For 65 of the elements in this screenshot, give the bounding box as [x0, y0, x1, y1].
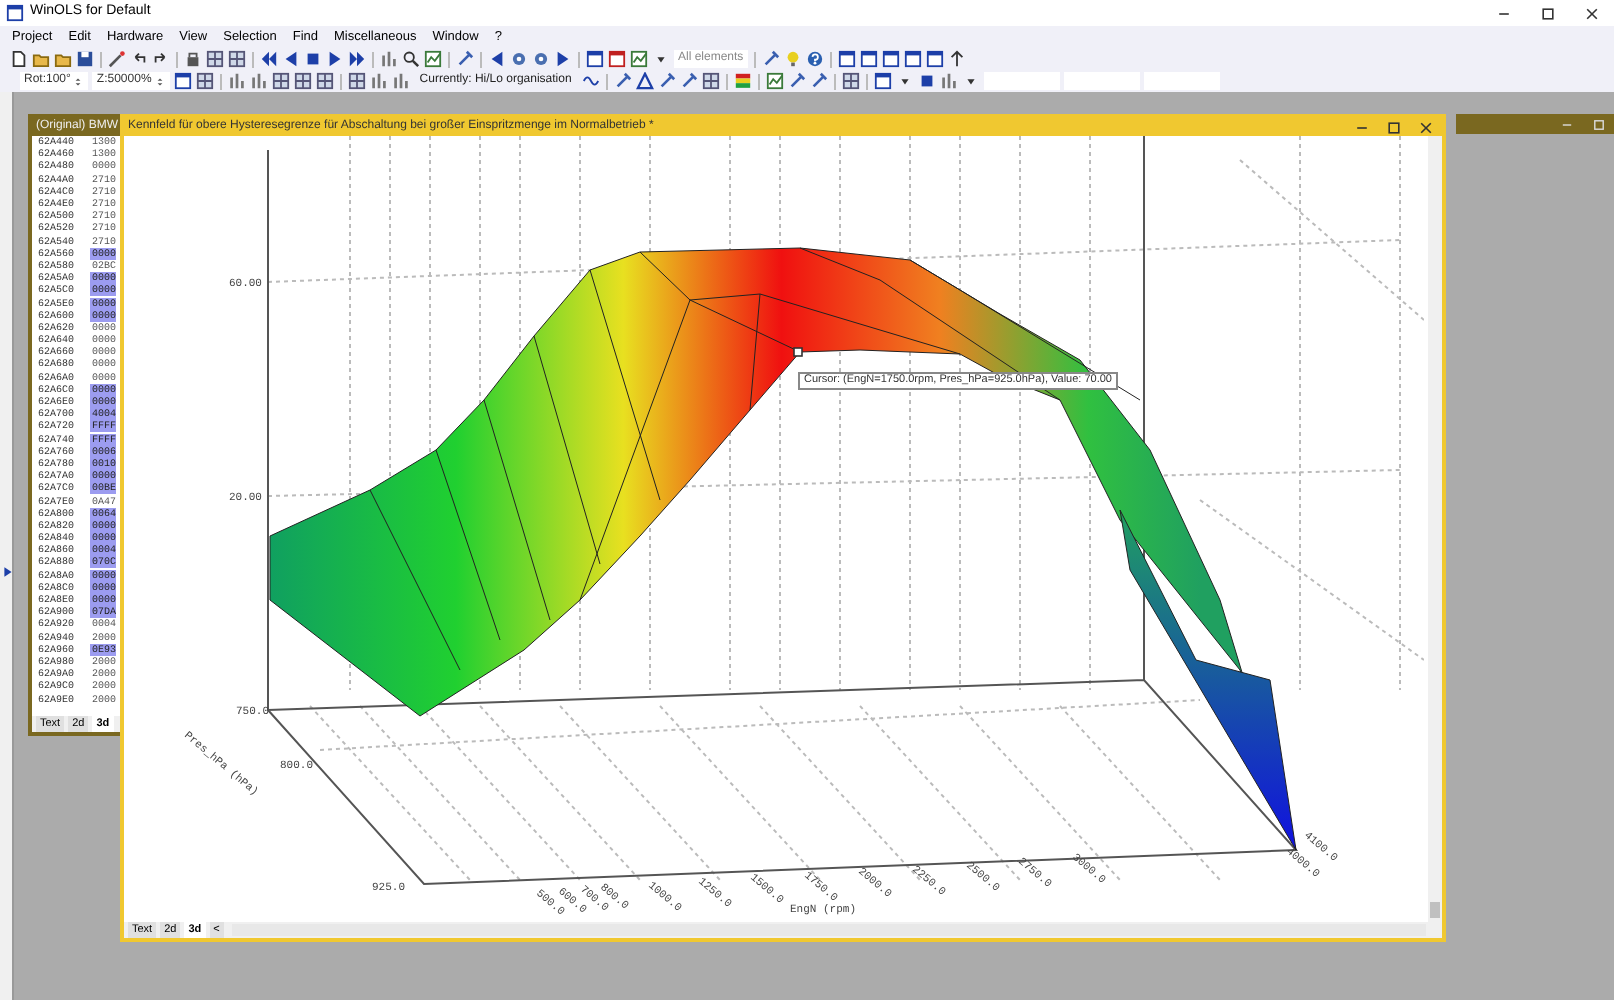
window-icon[interactable] — [173, 72, 192, 90]
grid-icon[interactable] — [206, 50, 224, 68]
cursor-marker — [793, 347, 803, 357]
grid-icon[interactable] — [195, 72, 214, 90]
window-icon[interactable] — [837, 50, 856, 68]
input-field[interactable] — [1143, 72, 1220, 90]
grid-icon[interactable] — [841, 72, 860, 90]
grid-icon[interactable] — [293, 72, 312, 90]
input-field[interactable] — [1063, 72, 1140, 90]
search-icon[interactable] — [402, 50, 420, 68]
undo-icon[interactable] — [130, 50, 148, 68]
scrollbar-thumb[interactable] — [1430, 902, 1440, 918]
framed-window-icon[interactable] — [608, 50, 626, 68]
bars-icon[interactable] — [369, 72, 388, 90]
close-icon — [1584, 5, 1600, 21]
save-icon[interactable] — [76, 50, 94, 68]
chart-icon[interactable] — [765, 72, 784, 90]
grid-icon[interactable] — [701, 72, 720, 90]
window-icon[interactable] — [873, 72, 892, 90]
window-icon[interactable] — [925, 50, 944, 68]
maximize-button[interactable] — [1386, 119, 1402, 135]
bars-icon[interactable] — [380, 50, 398, 68]
grid-icon[interactable] — [271, 72, 290, 90]
color-bar-icon[interactable] — [733, 72, 752, 90]
grid-icon[interactable] — [315, 72, 334, 90]
close-icon — [1418, 119, 1434, 135]
expand-arrow-icon[interactable] — [2, 564, 14, 580]
redo-icon[interactable] — [152, 50, 170, 68]
tool-icon[interactable] — [787, 72, 806, 90]
bars-icon[interactable] — [391, 72, 410, 90]
tool-icon[interactable] — [679, 72, 698, 90]
help-icon[interactable] — [805, 50, 824, 68]
input-field[interactable] — [983, 72, 1060, 90]
window-icon[interactable] — [586, 50, 604, 68]
chart-icon[interactable] — [630, 50, 648, 68]
wave-icon[interactable] — [581, 72, 600, 90]
chart-icon[interactable] — [424, 50, 442, 68]
bars-icon[interactable] — [227, 72, 246, 90]
close-button[interactable] — [1418, 119, 1434, 135]
window-icon[interactable] — [881, 50, 900, 68]
grid-icon[interactable] — [347, 72, 366, 90]
horizontal-scrollbar[interactable] — [231, 924, 1426, 936]
vertical-scrollbar[interactable] — [1428, 136, 1442, 922]
bars-icon[interactable] — [249, 72, 268, 90]
maximize-icon — [1386, 119, 1402, 135]
lock-icon[interactable] — [184, 50, 202, 68]
maximize-icon — [1540, 5, 1556, 21]
tool-icon[interactable] — [613, 72, 632, 90]
window-icon[interactable] — [903, 50, 922, 68]
bars-icon[interactable] — [939, 72, 958, 90]
stop-icon[interactable] — [304, 50, 322, 68]
window-icon[interactable] — [859, 50, 878, 68]
wand-icon[interactable] — [108, 50, 126, 68]
stop-icon[interactable] — [917, 72, 936, 90]
tool-icon[interactable] — [657, 72, 676, 90]
tool-icon[interactable] — [456, 50, 474, 68]
triangle-icon[interactable] — [635, 72, 654, 90]
spin-icon[interactable] — [153, 73, 166, 89]
grid-icon[interactable] — [228, 50, 246, 68]
spin-icon[interactable] — [72, 73, 85, 89]
bulb-icon[interactable] — [783, 50, 802, 68]
tool-icon[interactable] — [809, 72, 828, 90]
maximize-icon — [1591, 117, 1605, 131]
arrow-up-icon[interactable] — [947, 50, 966, 68]
tool-icon[interactable] — [761, 50, 780, 68]
